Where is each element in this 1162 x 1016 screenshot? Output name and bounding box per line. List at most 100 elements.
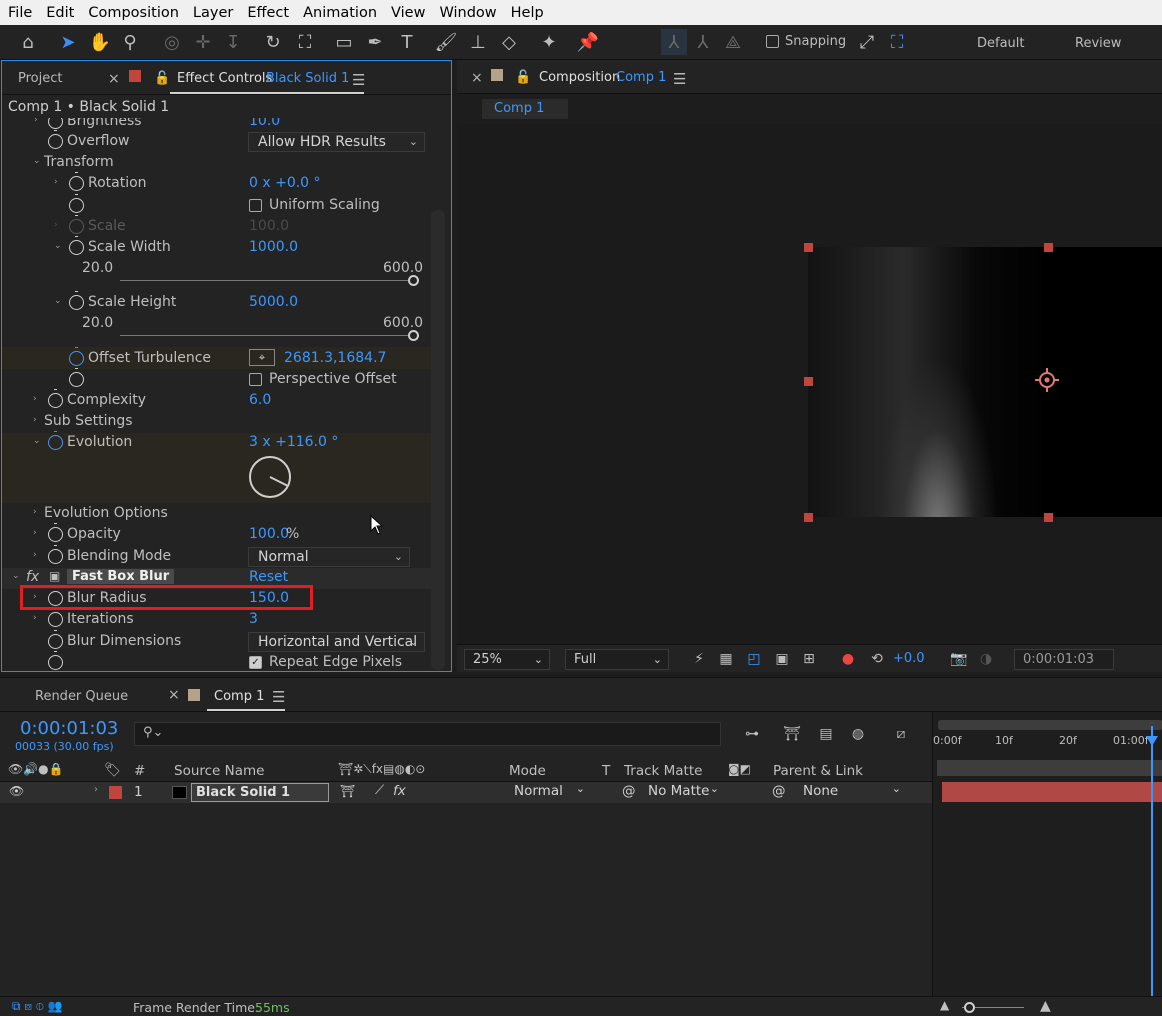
brightness-value[interactable]: 10.0	[249, 118, 280, 129]
sub-settings-row[interactable]: › Sub Settings	[2, 412, 432, 433]
layer-handle[interactable]	[1044, 513, 1053, 522]
stopwatch-icon[interactable]	[48, 118, 63, 129]
pan-behind-tool-icon[interactable]: ⛶	[292, 29, 318, 55]
home-icon[interactable]: ⌂	[15, 29, 41, 55]
snap-grid-icon[interactable]: ⛶	[884, 29, 910, 55]
repeat-edge-checkbox[interactable]: ✓	[249, 656, 262, 669]
current-time-display[interactable]: 0:00:01:03	[1014, 649, 1114, 670]
twisty-icon[interactable]: ›	[33, 528, 37, 538]
show-snapshot-icon[interactable]: ◑	[977, 651, 995, 667]
blending-mode-dropdown[interactable]: Normal ⌄	[248, 547, 410, 567]
composition-viewer[interactable]	[457, 124, 1162, 644]
effect-preset-icon[interactable]: ▣	[49, 569, 60, 583]
scale-width-slider-knob[interactable]	[408, 275, 419, 286]
pen-tool-icon[interactable]: ✒	[362, 29, 388, 55]
snapping-toggle[interactable]: Snapping	[766, 34, 846, 49]
scale-height-slider-knob[interactable]	[408, 330, 419, 341]
opacity-value[interactable]: 100.0	[249, 526, 289, 542]
resolution-dropdown[interactable]: Full ⌄	[565, 649, 669, 670]
orbit-tool-icon[interactable]: ◎	[159, 29, 185, 55]
layer-handle[interactable]	[804, 513, 813, 522]
stopwatch-icon[interactable]	[48, 651, 63, 670]
fx-switch-icon[interactable]: fx	[393, 783, 406, 799]
layer-handle[interactable]	[1044, 243, 1053, 252]
twisty-icon[interactable]: ›	[34, 118, 38, 125]
comp-timeline-tab[interactable]: Comp 1	[214, 689, 264, 704]
roto-brush-tool-icon[interactable]: ✦	[536, 29, 562, 55]
stopwatch-icon[interactable]	[48, 389, 63, 408]
render-queue-tab[interactable]: Render Queue	[35, 689, 128, 704]
zoom-tool-icon[interactable]: ⚲	[117, 29, 143, 55]
fast-box-blur-label[interactable]: Fast Box Blur	[67, 569, 175, 584]
selection-tool-icon[interactable]: ➤	[55, 29, 81, 55]
rectangle-tool-icon[interactable]: ▭	[331, 29, 357, 55]
layer-handle[interactable]	[804, 377, 813, 386]
panel-menu-icon[interactable]: ☰	[673, 70, 686, 88]
playhead-handle[interactable]	[1146, 736, 1158, 746]
blur-dimensions-dropdown[interactable]: Horizontal and Vertical ⌄	[248, 632, 425, 652]
work-area-track[interactable]	[937, 760, 1162, 776]
column-source-name[interactable]: Source Name	[174, 763, 265, 779]
menu-window[interactable]: Window	[435, 5, 504, 21]
zoom-out-icon[interactable]: ▲	[940, 998, 949, 1012]
layer-mode-dropdown[interactable]: Normal ⌄	[507, 782, 589, 802]
close-icon[interactable]: ×	[168, 687, 180, 703]
twisty-icon[interactable]: ›	[33, 415, 37, 425]
stopwatch-icon[interactable]	[69, 236, 84, 255]
exposure-value[interactable]: +0.0	[893, 651, 925, 666]
pan-tool-icon[interactable]: ✛	[190, 29, 216, 55]
twisty-open-icon[interactable]: ⌄	[12, 571, 20, 581]
menu-animation[interactable]: Animation	[299, 5, 385, 21]
stopwatch-icon[interactable]	[48, 545, 63, 564]
twisty-icon[interactable]: ›	[94, 784, 98, 795]
fast-previews-icon[interactable]: ⚡	[690, 651, 708, 667]
parent-pickwhip-icon[interactable]: @	[772, 783, 786, 799]
fx-icon[interactable]: fx	[26, 569, 39, 585]
stopwatch-active-icon[interactable]	[69, 347, 84, 366]
menu-effect[interactable]: Effect	[243, 5, 297, 21]
menu-composition[interactable]: Composition	[84, 5, 187, 21]
panel-menu-icon[interactable]: ☰	[272, 688, 285, 706]
project-tab[interactable]: Project	[18, 71, 62, 86]
anchor-point-icon[interactable]	[1035, 368, 1059, 392]
rotate-tool-icon[interactable]: ↻	[260, 29, 286, 55]
motion-blur-icon[interactable]: ◍	[849, 726, 867, 742]
complexity-value[interactable]: 6.0	[249, 392, 271, 408]
twisty-icon[interactable]: ›	[33, 394, 37, 404]
shy-switch-icon[interactable]: ⛩	[340, 784, 355, 798]
layer-duration-bar[interactable]	[942, 782, 1162, 802]
axis-view-icon[interactable]: ⟁	[720, 29, 746, 55]
eraser-tool-icon[interactable]: ◇	[496, 29, 522, 55]
snap-expand-icon[interactable]: ⤢	[854, 29, 880, 55]
work-area-bar[interactable]	[938, 720, 1162, 730]
twisty-open-icon[interactable]: ⌄	[54, 296, 62, 306]
guides-icon[interactable]: ⊞	[800, 651, 818, 667]
draft-3d-icon[interactable]: ⛩	[783, 726, 801, 742]
graph-editor-icon[interactable]: ⧄	[892, 726, 910, 742]
comp-sub-tab[interactable]: Comp 1	[482, 99, 568, 119]
twisty-open-icon[interactable]: ⌄	[33, 436, 41, 446]
effect-controls-scrollbar[interactable]	[431, 210, 445, 670]
twisty-icon[interactable]: ›	[33, 550, 37, 560]
twisty-open-icon[interactable]: ⌄	[33, 156, 41, 166]
layer-label-color[interactable]	[109, 786, 122, 799]
effect-controls-tab[interactable]: Effect Controls	[177, 71, 272, 86]
toggle-switches-icons[interactable]: ⧉ ⧇ ⦶ 👥	[12, 999, 62, 1014]
perspective-offset-checkbox[interactable]	[249, 373, 262, 386]
stopwatch-icon[interactable]	[48, 523, 63, 542]
stopwatch-active-icon[interactable]	[48, 431, 63, 450]
lock-icon[interactable]: 🔓	[154, 71, 170, 86]
effect-controls-layer-name[interactable]: Black Solid 1	[266, 71, 349, 86]
transform-row[interactable]: ⌄ Transform	[2, 153, 432, 174]
uniform-scaling-checkbox[interactable]	[249, 199, 262, 212]
snapping-checkbox[interactable]	[766, 35, 779, 48]
close-icon[interactable]: ×	[108, 71, 120, 87]
crosshair-icon[interactable]: ⌖	[249, 349, 275, 366]
scale-width-value[interactable]: 1000.0	[249, 239, 298, 255]
stopwatch-icon[interactable]	[48, 630, 63, 649]
menu-layer[interactable]: Layer	[189, 5, 241, 21]
workspace-review[interactable]: Review	[1075, 36, 1121, 51]
track-matte-dropdown[interactable]: No Matte ⌄	[643, 782, 723, 802]
puppet-pin-tool-icon[interactable]: 📌	[575, 29, 601, 55]
frame-blending-icon[interactable]: ▤	[817, 726, 835, 742]
